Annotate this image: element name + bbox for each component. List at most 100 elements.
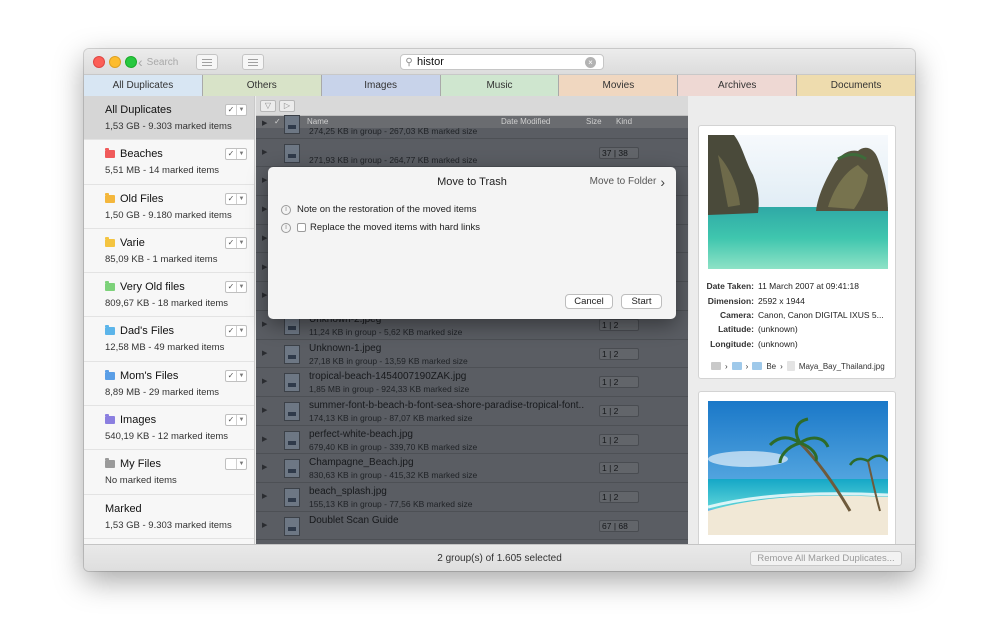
marked-count-badge[interactable]: 37 | 38: [599, 146, 639, 159]
disclosure-triangle-icon[interactable]: ▶: [262, 377, 267, 385]
info-icon[interactable]: i: [281, 222, 291, 233]
sidebar-item-images[interactable]: Images 540,19 KB - 12 marked items ✓ ▼: [84, 406, 254, 451]
search-input[interactable]: [417, 56, 585, 68]
disclosure-triangle-icon[interactable]: ▶: [262, 435, 267, 443]
disclosure-triangle-icon[interactable]: ▶: [262, 234, 267, 242]
remove-all-marked-button[interactable]: Remove All Marked Duplicates...: [750, 551, 902, 566]
mark-checkbox[interactable]: ✓ ▼: [225, 148, 247, 161]
info-icon[interactable]: i: [281, 204, 291, 215]
sidebar-item-old-files[interactable]: Old Files 1,50 GB - 9.180 marked items ✓ ▼: [84, 185, 254, 229]
disclosure-triangle-icon[interactable]: ▶: [262, 148, 267, 156]
close-window-button[interactable]: [93, 56, 105, 68]
beach-photo-thumbnail[interactable]: [708, 135, 888, 269]
disclosure-triangle-icon[interactable]: ▶: [262, 176, 267, 184]
tab-movies[interactable]: Movies: [558, 75, 678, 96]
sidebar-item-summary: No marked items: [105, 475, 177, 487]
sidebar-item-dad-s-files[interactable]: Dad's Files 12,58 MB - 49 marked items ✓ ▼: [84, 317, 254, 362]
sidebar-item-very-old-files[interactable]: Very Old files 809,67 KB - 18 marked item…: [84, 273, 254, 318]
zoom-window-button[interactable]: [125, 56, 137, 68]
hard-links-checkbox[interactable]: [297, 223, 306, 232]
move-to-folder-button[interactable]: Move to Folder ›: [590, 175, 665, 189]
chevron-down-icon[interactable]: ▼: [237, 326, 246, 336]
disclosure-triangle-icon[interactable]: ▶: [262, 521, 267, 529]
tab-others[interactable]: Others: [201, 75, 321, 96]
search-field[interactable]: ⚲ ×: [400, 54, 604, 70]
table-row[interactable]: ▶ summer-font-b-beach-b-font-sea-shore-pa…: [256, 397, 688, 426]
disclosure-triangle-icon[interactable]: ▶: [262, 205, 267, 213]
table-row[interactable]: ▶ 271,93 KB in group - 264,77 KB marked s…: [256, 139, 688, 168]
sidebar: All Duplicates 1,53 GB - 9.303 marked ite…: [84, 96, 255, 544]
table-row[interactable]: ▶ beach_splash.jpg 155,13 KB in group - 77…: [256, 483, 688, 512]
cancel-button[interactable]: Cancel: [565, 294, 613, 309]
search-icon: ⚲: [405, 56, 413, 68]
marked-count-badge[interactable]: 67 | 68: [599, 519, 639, 532]
sidebar-item-marked[interactable]: Marked 1,53 GB - 9.303 marked items: [84, 495, 254, 539]
tropical-beach-photo-thumbnail[interactable]: [708, 401, 888, 535]
mark-checkbox[interactable]: ✓ ▼: [225, 281, 247, 294]
marked-count-badge[interactable]: 1 | 2: [599, 318, 639, 331]
sidebar-item-varie[interactable]: Varie 85,09 KB - 1 marked items ✓ ▼: [84, 229, 254, 274]
table-row[interactable]: ▶ Unknown-1.jpeg 27,18 KB in group - 13,59…: [256, 340, 688, 369]
mark-checkbox[interactable]: ✓ ▼: [225, 414, 247, 427]
duplicates-list: ▽ ▷ ✓ Name Date Modified Size Kind ▶ 274,…: [256, 96, 688, 544]
sidebar-toggle-button[interactable]: [242, 54, 264, 70]
sidebar-item-all-duplicates[interactable]: All Duplicates 1,53 GB - 9.303 marked ite…: [84, 96, 254, 141]
disclosure-triangle-icon[interactable]: ▶: [262, 291, 267, 299]
chevron-down-icon[interactable]: ▼: [237, 371, 246, 381]
marked-count-badge[interactable]: 1 | 2: [599, 491, 639, 504]
list-icon: [202, 59, 212, 66]
tab-label: Music: [486, 80, 513, 91]
file-path: › › Be › Maya_Bay_Thailand.jpg: [711, 361, 885, 371]
sidebar-item-my-files[interactable]: My Files No marked items ▼: [84, 450, 254, 495]
disclosure-triangle-icon[interactable]: ▶: [262, 263, 267, 271]
sidebar-item-beaches[interactable]: Beaches 5,51 MB - 14 marked items ✓ ▼: [84, 140, 254, 185]
marked-count-badge[interactable]: 1 | 2: [599, 405, 639, 417]
disclosure-triangle-icon[interactable]: ▶: [262, 320, 267, 328]
chevron-down-icon[interactable]: ▼: [237, 105, 246, 115]
mark-checkbox[interactable]: ✓ ▼: [225, 369, 247, 382]
tab-music[interactable]: Music: [439, 75, 559, 96]
chevron-down-icon[interactable]: ▼: [237, 194, 246, 204]
chevron-down-icon[interactable]: ▼: [237, 238, 246, 248]
mark-checkbox[interactable]: ▼: [225, 458, 247, 471]
disclosure-triangle-icon[interactable]: ▶: [262, 492, 267, 500]
marked-count-badge[interactable]: 1 | 2: [599, 462, 639, 475]
start-button[interactable]: Start: [621, 294, 662, 309]
table-row[interactable]: ▶ 274,25 KB in group - 267,03 KB marked s…: [256, 110, 688, 139]
marked-count-badge[interactable]: 1 | 2: [599, 376, 639, 389]
path-folder-label[interactable]: Be: [766, 362, 776, 371]
disclosure-triangle-icon[interactable]: ▶: [262, 463, 267, 471]
sidebar-item-mom-s-files[interactable]: Mom's Files 8,89 MB - 29 marked items ✓ ▼: [84, 362, 254, 407]
group-size-info: 274,25 KB in group - 267,03 KB marked si…: [309, 126, 478, 136]
mark-checkbox[interactable]: ✓ ▼: [225, 104, 247, 116]
table-row[interactable]: ▶ Doublet Scan Guide 67 | 68: [256, 512, 688, 541]
table-row[interactable]: ▶ tropical-beach-1454007190ZAK.jpg 1,85 MB…: [256, 368, 688, 397]
path-file-label[interactable]: Maya_Bay_Thailand.jpg: [799, 362, 885, 371]
sidebar-item-summary: 12,58 MB - 49 marked items: [105, 342, 225, 354]
tab-label: Movies: [602, 80, 635, 91]
tab-documents[interactable]: Documents: [796, 75, 915, 96]
minimize-window-button[interactable]: [109, 56, 121, 68]
mark-checkbox[interactable]: ✓ ▼: [225, 192, 247, 205]
clear-search-icon[interactable]: ×: [585, 56, 596, 68]
marked-count-badge[interactable]: 1 | 2: [599, 347, 639, 360]
chevron-down-icon[interactable]: ▼: [237, 459, 246, 469]
chevron-down-icon[interactable]: ▼: [237, 149, 246, 159]
dimension-row: Dimension: 2592 x 1944: [699, 296, 897, 306]
chevron-down-icon[interactable]: ▼: [237, 415, 246, 425]
tab-images[interactable]: Images: [320, 75, 440, 96]
chevron-down-icon[interactable]: ▼: [237, 282, 246, 292]
disclosure-triangle-icon[interactable]: ▶: [262, 406, 267, 414]
table-row[interactable]: ▶ perfect-white-beach.jpg 679,40 KB in gro…: [256, 426, 688, 455]
mark-checkbox[interactable]: ✓ ▼: [225, 325, 247, 338]
tab-archives[interactable]: Archives: [677, 75, 797, 96]
folder-icon: [105, 192, 115, 203]
marked-count-badge[interactable]: 1 | 2: [599, 433, 639, 446]
list-view-button[interactable]: [196, 54, 218, 70]
table-row[interactable]: ▶ Champagne_Beach.jpg 830,63 KB in group -…: [256, 454, 688, 484]
disclosure-triangle-icon[interactable]: ▶: [262, 119, 267, 127]
disclosure-triangle-icon[interactable]: ▶: [262, 349, 267, 357]
mark-checkbox[interactable]: ✓ ▼: [225, 236, 247, 249]
tab-all-duplicates[interactable]: All Duplicates: [84, 75, 202, 96]
back-button[interactable]: ‹ Search: [138, 54, 178, 70]
